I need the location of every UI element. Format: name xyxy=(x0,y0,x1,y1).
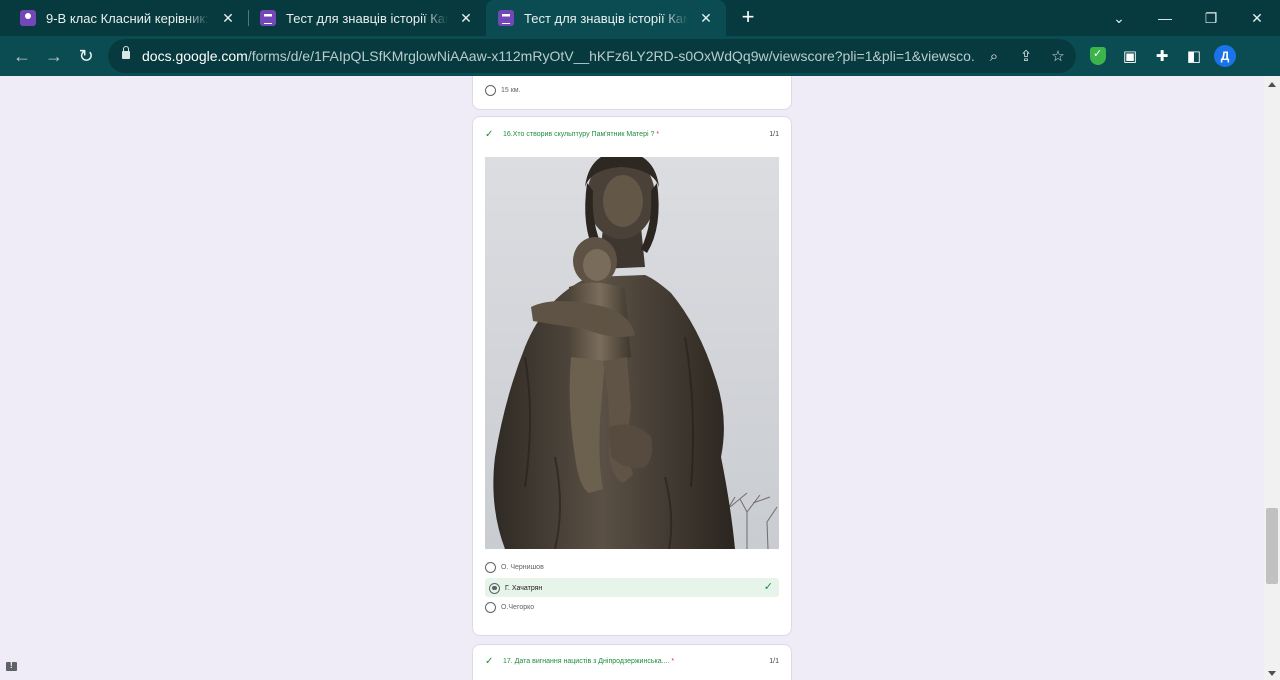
answer-option: 15 км. xyxy=(485,80,521,100)
check-icon: ✓ xyxy=(485,129,494,140)
report-feedback-icon[interactable] xyxy=(6,661,17,671)
close-icon[interactable]: ✕ xyxy=(698,10,714,27)
close-icon[interactable]: ✕ xyxy=(220,10,236,27)
check-icon: ✓ xyxy=(763,581,773,593)
question-title: 17. Дата вигнання нацистів з Дніпродзерж… xyxy=(503,658,674,665)
forward-button[interactable]: → xyxy=(40,42,68,70)
url-host: docs.google.com xyxy=(142,48,248,64)
answer-option: Г. Хачатрян xyxy=(489,578,542,598)
extension-button[interactable]: ▣ xyxy=(1118,44,1142,68)
radio-button xyxy=(485,84,496,96)
forms-icon xyxy=(260,10,276,26)
restore-button[interactable]: ❐ xyxy=(1188,0,1234,36)
answer-option: О. Чернишов xyxy=(485,557,544,577)
question-title-text: 16.Хто створив скульптуру Пам'ятник Мате… xyxy=(503,131,655,138)
question-score: 1/1 xyxy=(769,658,779,665)
statue-image xyxy=(485,157,779,549)
arrow-left-icon: ← xyxy=(13,45,31,66)
back-button[interactable]: ← xyxy=(8,42,36,70)
tab-test-1[interactable]: Тест для знавців історії Кам'янс ✕ xyxy=(248,0,486,36)
answer-option: О.Чегорко xyxy=(485,597,534,617)
close-icon[interactable]: ✕ xyxy=(458,10,474,27)
lock-icon[interactable] xyxy=(122,46,130,59)
adblock-extension[interactable] xyxy=(1086,44,1110,68)
shield-icon xyxy=(1090,47,1106,65)
tab-title: 9-В клас Класний керівник: Ма xyxy=(46,10,210,26)
address-bar[interactable]: docs.google.com/forms/d/e/1FAIpQLSfKMrgl… xyxy=(108,39,1076,73)
question-title-text: 17. Дата вигнання нацистів з Дніпродзерж… xyxy=(503,658,670,665)
forms-icon xyxy=(498,10,514,26)
close-icon: ✕ xyxy=(1251,9,1263,26)
extensions-button[interactable]: ✚ xyxy=(1150,44,1174,68)
profile-avatar[interactable]: Д xyxy=(1214,45,1236,67)
side-panel-button[interactable]: ◧ xyxy=(1182,44,1206,68)
tab-strip: 9-В клас Класний керівник: Ма ✕ Тест для… xyxy=(0,0,1280,36)
minimize-icon: — xyxy=(1158,10,1172,26)
tab-title: Тест для знавців історії Кам'янс xyxy=(524,10,688,26)
option-label: Г. Хачатрян xyxy=(505,584,543,592)
question-score: 1/1 xyxy=(769,131,779,138)
classroom-icon xyxy=(20,10,36,26)
scroll-down-arrow-icon[interactable] xyxy=(1268,671,1276,676)
radio-button xyxy=(485,561,496,573)
check-icon: ✓ xyxy=(485,656,494,667)
reload-button[interactable]: ↻ xyxy=(72,42,100,70)
browser-toolbar: ← → ↻ docs.google.com/forms/d/e/1FAIpQLS… xyxy=(0,36,1280,76)
question-card-16: ✓ 16.Хто створив скульптуру Пам'ятник Ма… xyxy=(472,116,792,636)
arrow-right-icon: → xyxy=(45,45,63,66)
tab-title: Тест для знавців історії Кам'янс xyxy=(286,10,448,26)
share-icon[interactable]: ⇪ xyxy=(1014,44,1038,68)
question-card-previous: 15 км. xyxy=(472,76,792,110)
puzzle-icon: ✚ xyxy=(1155,48,1169,65)
zoom-search-icon[interactable]: ⌕ xyxy=(982,44,1006,68)
bookmark-star-icon[interactable]: ☆ xyxy=(1046,44,1070,68)
scrollbar-thumb[interactable] xyxy=(1266,508,1278,584)
radio-button xyxy=(485,601,496,613)
page-scrollbar[interactable] xyxy=(1264,76,1280,680)
tab-search-button[interactable]: ⌄ xyxy=(1096,0,1142,36)
required-mark: * xyxy=(656,131,660,138)
option-label: 15 км. xyxy=(501,86,521,94)
question-title: 16.Хто створив скульптуру Пам'ятник Мате… xyxy=(503,131,659,138)
form-viewscore-page: 15 км. ✓ 16.Хто створив скульптуру Пам'я… xyxy=(0,76,1264,680)
restore-icon: ❐ xyxy=(1204,9,1218,26)
new-tab-button[interactable]: + xyxy=(736,4,760,32)
screenshot-extension-icon: ▣ xyxy=(1122,48,1138,65)
radio-button-checked xyxy=(489,582,500,594)
chevron-down-icon: ⌄ xyxy=(1113,9,1125,26)
close-window-button[interactable]: ✕ xyxy=(1234,0,1280,36)
question-card-17: ✓ 17. Дата вигнання нацистів з Дніпродзе… xyxy=(472,644,792,680)
tab-classroom[interactable]: 9-В клас Класний керівник: Ма ✕ xyxy=(8,0,248,36)
minimize-button[interactable]: — xyxy=(1142,0,1188,36)
side-panel-icon: ◧ xyxy=(1186,48,1202,65)
mother-monument-photo xyxy=(485,157,779,549)
url-text[interactable]: docs.google.com/forms/d/e/1FAIpQLSfKMrgl… xyxy=(142,48,976,64)
scroll-up-arrow-icon[interactable] xyxy=(1268,82,1276,87)
tab-test-2-active[interactable]: Тест для знавців історії Кам'янс ✕ xyxy=(486,0,726,36)
option-label: О. Чернишов xyxy=(501,563,544,571)
reload-icon: ↻ xyxy=(78,45,94,66)
url-path: /forms/d/e/1FAIpQLSfKMrglowNiAAaw-x112mR… xyxy=(247,48,976,64)
answer-option-correct: Г. Хачатрян ✓ xyxy=(485,578,779,597)
required-mark: * xyxy=(671,658,675,665)
option-label: О.Чегорко xyxy=(501,603,535,611)
